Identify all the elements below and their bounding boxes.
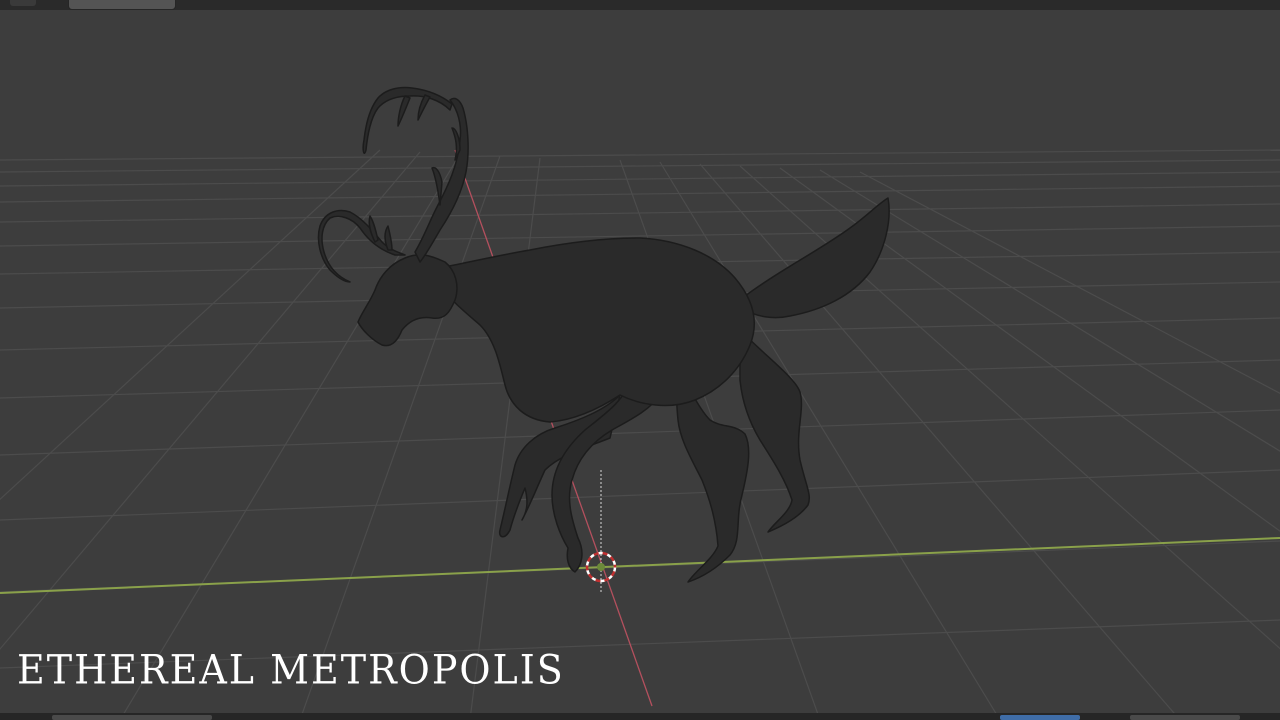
viewport-footer <box>0 713 1280 720</box>
watermark-title: ETHEREAL METROPOLIS <box>17 646 565 694</box>
grid-floor <box>0 149 1280 720</box>
3d-cursor[interactable] <box>585 470 617 592</box>
deer-creature-mesh[interactable] <box>317 86 890 583</box>
x-axis-line <box>0 537 1280 594</box>
3d-viewport[interactable] <box>0 0 1280 720</box>
footer-active-control[interactable] <box>1000 715 1080 720</box>
footer-right-control[interactable] <box>1130 715 1240 720</box>
footer-left-control[interactable] <box>52 715 212 720</box>
